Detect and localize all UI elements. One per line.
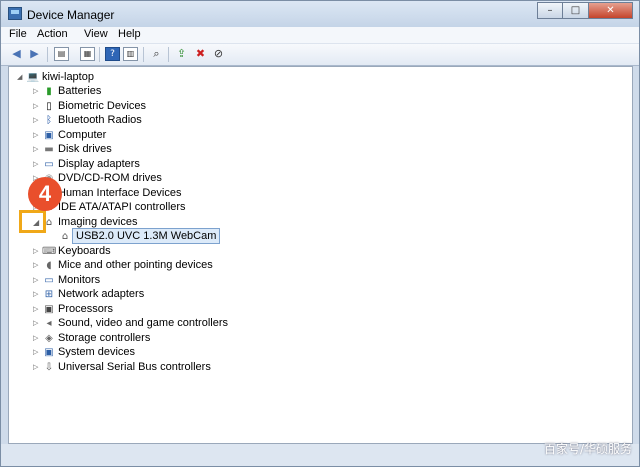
expand-arrow-icon[interactable]: ▷ (33, 157, 41, 172)
menu-view[interactable]: View (84, 28, 108, 40)
title-bar[interactable]: Device Manager – □ ✕ (1, 1, 639, 27)
tree-item-label: Network adapters (58, 288, 145, 300)
tree-item-label: Bluetooth Radios (58, 114, 142, 126)
expand-arrow-icon[interactable]: ▷ (33, 331, 41, 346)
expand-arrow-icon[interactable]: ▷ (33, 84, 41, 99)
tree-item-label: Storage controllers (58, 332, 151, 344)
system-icon: ▣ (44, 347, 54, 358)
tree-item-label: Batteries (58, 85, 102, 97)
expand-arrow-icon[interactable]: ▷ (33, 128, 41, 143)
tree-item-label: Disk drives (58, 143, 112, 155)
tree-item-label: Human Interface Devices (58, 187, 182, 199)
highlight-box (19, 210, 46, 233)
disable-icon[interactable]: ⊘ (211, 47, 226, 61)
expand-arrow-icon[interactable]: ▷ (33, 287, 41, 302)
tree-item-label: IDE ATA/ATAPI controllers (58, 201, 186, 213)
minimize-button[interactable]: – (537, 2, 563, 19)
sound-icon: ◂ (46, 318, 52, 329)
properties-sheet-icon[interactable]: ▦ (80, 47, 95, 61)
tree-item-label: Biometric Devices (58, 100, 147, 112)
tree-item-label: Processors (58, 303, 114, 315)
tree-item-label: USB2.0 UVC 1.3M WebCam (72, 228, 221, 244)
scan-icon[interactable]: ⌕ (149, 47, 164, 61)
mouse-icon: ◖ (46, 260, 52, 271)
tree-item-label: Universal Serial Bus controllers (58, 361, 211, 373)
webcam-icon: ⌂ (61, 231, 69, 242)
tree-item-label: Computer (58, 129, 107, 141)
computer-icon: ▣ (44, 130, 54, 141)
window-title: Device Manager (27, 8, 115, 22)
watermark: 百家号/华硕服务 (543, 442, 632, 456)
expand-arrow-icon[interactable]: ▷ (33, 360, 41, 375)
display-icon: ▭ (44, 159, 54, 170)
expand-arrow-icon[interactable]: ▷ (33, 316, 41, 331)
storage-icon: ◈ (45, 333, 53, 344)
laptop-icon: 💻 (26, 72, 40, 83)
usb-icon: ⇩ (44, 362, 54, 373)
step-callout: 4 (28, 177, 62, 211)
processor-icon: ▣ (44, 304, 54, 315)
battery-icon: ▮ (46, 86, 52, 97)
collapse-arrow-icon[interactable]: ◢ (17, 70, 25, 85)
menu-bar: File Action View Help (1, 27, 639, 44)
expand-arrow-icon[interactable]: ▷ (33, 244, 41, 259)
expand-arrow-icon[interactable]: ▷ (33, 345, 41, 360)
maximize-button[interactable]: □ (563, 2, 589, 19)
tree-item-label: Display adapters (58, 158, 140, 170)
tree-root-label: kiwi-laptop (42, 71, 94, 83)
update-driver-icon[interactable]: ⇪ (174, 47, 189, 61)
toolbar-separator (47, 47, 48, 62)
menu-help[interactable]: Help (118, 28, 141, 40)
expand-arrow-icon[interactable]: ▷ (33, 113, 41, 128)
help-icon[interactable]: ? (105, 47, 120, 61)
device-manager-window: Device Manager – □ ✕ File Action View He… (0, 0, 640, 467)
forward-icon[interactable]: ▶ (27, 47, 42, 61)
fingerprint-icon: ▯ (46, 101, 52, 112)
view-icon[interactable]: ▥ (123, 47, 138, 61)
tree-item-label: System devices (58, 346, 136, 358)
window-controls: – □ ✕ (537, 2, 633, 20)
toolbar-separator (143, 47, 144, 62)
tree-item-label: Keyboards (58, 245, 111, 257)
expand-arrow-icon[interactable]: ▷ (33, 142, 41, 157)
network-icon: ⊞ (44, 289, 54, 300)
tree-item-label: Mice and other pointing devices (58, 259, 213, 271)
expand-arrow-icon[interactable]: ▷ (33, 99, 41, 114)
menu-file[interactable]: File (9, 28, 27, 40)
close-button[interactable]: ✕ (589, 2, 633, 19)
device-tree-panel: ◢ 💻 kiwi-laptop ▷ ▮ Batteries ▷ ▯ Biomet… (8, 66, 633, 444)
expand-arrow-icon[interactable]: ▷ (33, 302, 41, 317)
tree-item-label: Monitors (58, 274, 101, 286)
toolbar: ◀ ▶ ▤ ▦ ? ▥ ⌕ ⇪ ✖ ⊘ (1, 44, 639, 66)
uninstall-icon[interactable]: ✖ (193, 47, 208, 61)
monitor-icon: ▭ (44, 275, 54, 286)
device-manager-icon (8, 7, 22, 20)
disk-icon: ▬ (44, 144, 54, 155)
tree-item-label: DVD/CD-ROM drives (58, 172, 162, 184)
expand-arrow-icon[interactable]: ▷ (33, 273, 41, 288)
toolbar-separator (99, 47, 100, 62)
back-icon[interactable]: ◀ (9, 47, 24, 61)
expand-arrow-icon[interactable]: ▷ (33, 258, 41, 273)
toolbar-separator (168, 47, 169, 62)
bluetooth-icon: ᛒ (46, 115, 52, 126)
menu-action[interactable]: Action (37, 28, 68, 40)
tree-item-label: Sound, video and game controllers (58, 317, 228, 329)
properties-icon[interactable]: ▤ (54, 47, 69, 61)
keyboard-icon: ⌨ (42, 246, 57, 257)
